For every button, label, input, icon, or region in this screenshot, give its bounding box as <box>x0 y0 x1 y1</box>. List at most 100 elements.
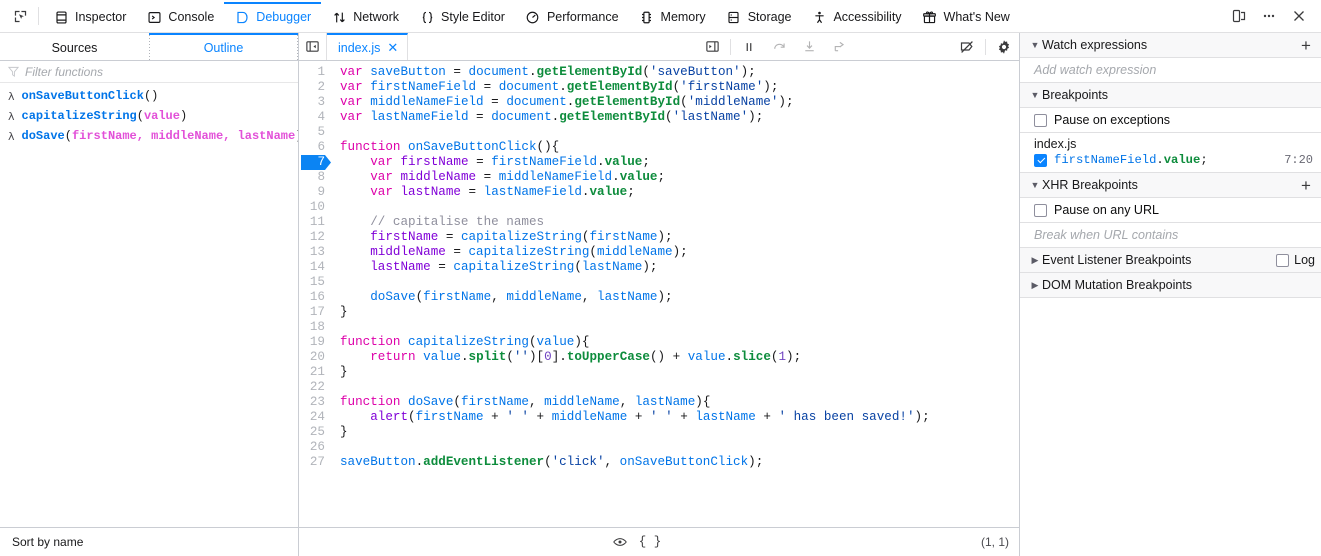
more-options-icon[interactable] <box>1255 3 1283 29</box>
code-token: var <box>340 110 363 124</box>
line-number[interactable]: 9 <box>299 185 333 200</box>
controls-divider <box>730 38 731 55</box>
line-number[interactable]: 16 <box>299 290 333 305</box>
pretty-print-braces-icon[interactable]: { } <box>635 529 665 555</box>
pause-on-any-url-row[interactable]: Pause on any URL <box>1020 198 1321 223</box>
outline-item[interactable]: λ onSaveButtonClick() <box>0 86 298 106</box>
line-text: var middleName = middleNameField.value; <box>333 170 665 185</box>
line-number[interactable]: 8 <box>299 170 333 185</box>
line-number[interactable]: 4 <box>299 110 333 125</box>
code-token: middleName <box>596 245 673 259</box>
line-number[interactable]: 5 <box>299 125 333 140</box>
line-text <box>333 380 340 395</box>
line-number[interactable]: 24 <box>299 410 333 425</box>
gear-icon[interactable] <box>989 33 1019 60</box>
code-editor[interactable]: 1 var saveButton = document.getElementByI… <box>299 61 1019 527</box>
line-number[interactable]: 10 <box>299 200 333 215</box>
xhr-breakpoints-header[interactable]: ▼ XHR Breakpoints + <box>1020 173 1321 198</box>
line-number[interactable]: 26 <box>299 440 333 455</box>
line-number[interactable]: 19 <box>299 335 333 350</box>
breakpoints-header[interactable]: ▼ Breakpoints <box>1020 83 1321 108</box>
filter-functions-row[interactable]: Filter functions <box>0 61 298 83</box>
outline-open-paren: ( <box>64 129 72 143</box>
line-number[interactable]: 11 <box>299 215 333 230</box>
tool-tab-memory[interactable]: Memory <box>629 0 716 33</box>
tool-tab-accessibility[interactable]: Accessibility <box>801 0 911 33</box>
code-line: 8 var middleName = middleNameField.value… <box>299 170 1019 185</box>
chevron-down-icon: ▼ <box>1030 180 1040 190</box>
step-in-button[interactable] <box>794 33 824 60</box>
breakpoint-item[interactable]: firstNameField.value; 7:20 <box>1020 152 1321 167</box>
close-tab-icon[interactable]: ✕ <box>387 41 398 54</box>
line-number[interactable]: 14 <box>299 260 333 275</box>
code-token: firstNameField <box>491 155 598 169</box>
add-watch-expression-input[interactable]: Add watch expression <box>1020 58 1321 83</box>
toolbar-divider <box>38 7 39 25</box>
tool-tab-inspector[interactable]: Inspector <box>43 0 136 33</box>
code-line: 10 <box>299 200 1019 215</box>
tool-tab-network[interactable]: Network <box>321 0 409 33</box>
line-number[interactable]: 20 <box>299 350 333 365</box>
close-icon[interactable] <box>1285 3 1313 29</box>
breakpoint-enabled-checkbox[interactable] <box>1034 153 1047 167</box>
sources-outline-pane: Sources Outline Filter functions λ onSaveB… <box>0 33 299 556</box>
code-token: lastName <box>597 290 658 304</box>
expand-panes-icon[interactable] <box>697 33 727 60</box>
event-listener-breakpoints-header[interactable]: ▶ Event Listener Breakpoints Log <box>1020 248 1321 273</box>
tool-tab-console[interactable]: Console <box>136 0 224 33</box>
sort-by-name-button[interactable]: Sort by name <box>0 527 298 556</box>
pause-on-exceptions-row[interactable]: Pause on exceptions <box>1020 108 1321 133</box>
tool-tab-performance[interactable]: Performance <box>515 0 629 33</box>
code-line: 13 middleName = capitalizeString(middleN… <box>299 245 1019 260</box>
line-number[interactable]: 1 <box>299 65 333 80</box>
line-number[interactable]: 25 <box>299 425 333 440</box>
event-listener-log-toggle[interactable]: Log <box>1276 253 1315 267</box>
line-number[interactable]: 17 <box>299 305 333 320</box>
element-picker-icon[interactable] <box>6 3 34 29</box>
code-token: capitalizeString <box>453 260 575 274</box>
toggle-sources-pane-icon[interactable] <box>299 33 327 60</box>
watch-expressions-header[interactable]: ▼ Watch expressions + <box>1020 33 1321 58</box>
line-number[interactable]: 7 <box>299 155 333 170</box>
pane-tab-sources[interactable]: Sources <box>0 33 149 60</box>
add-watch-expression-icon[interactable]: + <box>1297 37 1315 54</box>
source-tab-index-js[interactable]: index.js ✕ <box>327 33 409 60</box>
breakpoints-title: Breakpoints <box>1042 88 1109 102</box>
deactivate-breakpoints-icon[interactable] <box>952 33 982 60</box>
line-number[interactable]: 13 <box>299 245 333 260</box>
line-number[interactable]: 23 <box>299 395 333 410</box>
line-number[interactable]: 21 <box>299 365 333 380</box>
pane-tab-outline[interactable]: Outline <box>149 33 298 60</box>
xhr-url-input[interactable]: Break when URL contains <box>1020 223 1321 248</box>
outline-item[interactable]: λ capitalizeString(value) <box>0 106 298 126</box>
pause-button[interactable] <box>734 33 764 60</box>
lambda-icon: λ <box>8 109 15 123</box>
line-number[interactable]: 27 <box>299 455 333 470</box>
add-xhr-breakpoint-icon[interactable]: + <box>1297 177 1315 194</box>
log-checkbox[interactable] <box>1276 253 1290 267</box>
line-text: firstName = capitalizeString(firstName); <box>333 230 672 245</box>
tool-tab-debugger[interactable]: Debugger <box>224 0 322 33</box>
eye-icon[interactable] <box>605 529 635 555</box>
code-token: ( <box>408 410 416 424</box>
pause-on-any-url-checkbox[interactable] <box>1034 203 1047 217</box>
tool-tab-storage[interactable]: Storage <box>716 0 802 33</box>
pause-on-exceptions-checkbox[interactable] <box>1034 113 1047 127</box>
line-number[interactable]: 3 <box>299 95 333 110</box>
tool-tab-style-editor[interactable]: Style Editor <box>409 0 515 33</box>
dom-mutation-breakpoints-header[interactable]: ▶ DOM Mutation Breakpoints <box>1020 273 1321 298</box>
code-token: middleName <box>544 395 620 409</box>
line-number[interactable]: 12 <box>299 230 333 245</box>
tool-tab-what-s-new[interactable]: What's New <box>912 0 1020 33</box>
step-out-button[interactable] <box>824 33 854 60</box>
line-number[interactable]: 15 <box>299 275 333 290</box>
line-number[interactable]: 2 <box>299 80 333 95</box>
code-token: . <box>559 80 567 94</box>
line-number[interactable]: 6 <box>299 140 333 155</box>
responsive-design-mode-icon[interactable] <box>1225 3 1253 29</box>
breakpoint-file-name: index.js <box>1034 137 1077 151</box>
line-number[interactable]: 18 <box>299 320 333 335</box>
step-over-button[interactable] <box>764 33 794 60</box>
line-number[interactable]: 22 <box>299 380 333 395</box>
outline-item[interactable]: λdoSave(firstName, middleName, lastName) <box>0 126 298 146</box>
